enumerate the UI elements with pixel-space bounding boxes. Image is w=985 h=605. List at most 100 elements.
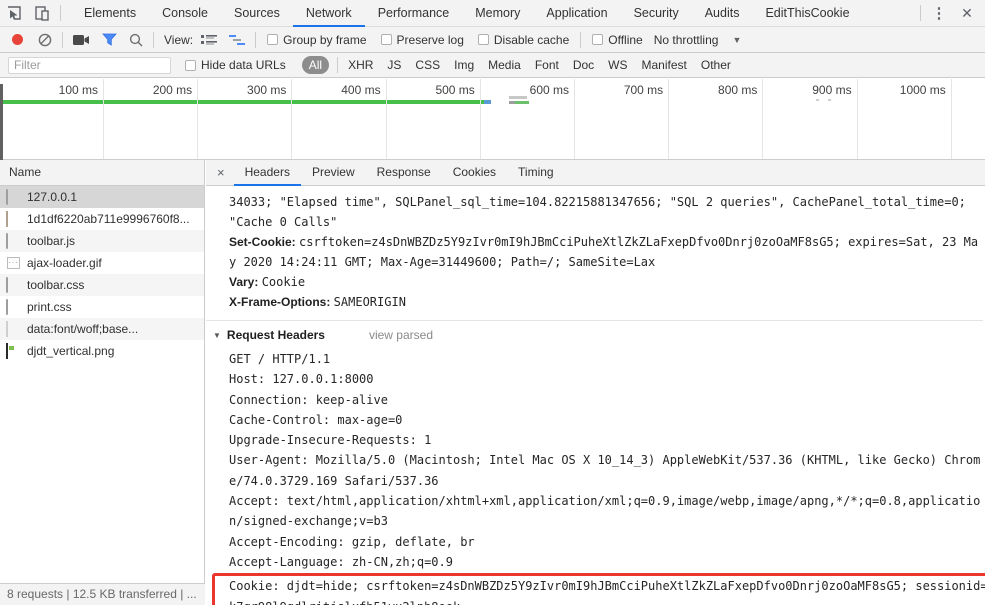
group-by-frame-checkbox[interactable] — [267, 34, 279, 45]
request-header-line: Accept: text/html,application/xhtml+xml,… — [229, 494, 981, 529]
header-value: 34033; "Elapsed time", SQLPanel_sql_time… — [229, 195, 974, 229]
timeline-gridline — [762, 79, 764, 159]
device-toolbar-icon[interactable] — [28, 0, 56, 26]
name-column-header[interactable]: Name — [0, 160, 204, 186]
filter-type-all[interactable]: All — [301, 56, 330, 74]
image-icon — [6, 210, 21, 227]
request-header-line: Host: 127.0.0.1:8000 — [229, 372, 374, 387]
filter-bar: Hide data URLs All XHR JS CSS Img Media Font Do… — [0, 53, 985, 78]
request-row-toolbar-css[interactable]: toolbar.css — [0, 274, 204, 296]
record-icon[interactable] — [12, 34, 23, 45]
request-row-print-css[interactable]: print.css — [0, 296, 204, 318]
divider — [337, 57, 339, 73]
tab-audits[interactable]: Audits — [692, 0, 753, 27]
request-row-ajax-loader-gif[interactable]: ··· ajax-loader.gif — [0, 252, 204, 274]
timeline-gridline — [574, 79, 575, 159]
close-details-icon[interactable]: × — [206, 165, 234, 180]
group-by-frame-label: Group by frame — [283, 32, 367, 47]
header-value: csrftoken=z4sDnWBZDz5Y9zIvr0mI9hJBmCciPu… — [229, 235, 979, 269]
header-value: Cookie — [261, 275, 306, 289]
filter-icon[interactable] — [102, 33, 117, 46]
font-icon — [6, 320, 21, 337]
request-name: toolbar.css — [27, 278, 85, 292]
filter-type-manifest[interactable]: Manifest — [642, 58, 687, 72]
response-header-line: Set-Cookie: csrftoken=z4sDnWBZDz5Y9zIvr0… — [229, 232, 983, 272]
request-headers-title[interactable]: Request Headers — [227, 328, 325, 342]
header-name: Vary: — [229, 275, 262, 289]
tab-sources[interactable]: Sources — [221, 0, 293, 27]
tab-performance[interactable]: Performance — [365, 0, 463, 27]
inspect-element-icon[interactable] — [0, 0, 28, 26]
overview-main-bar-tail — [484, 100, 491, 104]
document-icon — [6, 188, 21, 205]
headers-content: 34033; "Elapsed time", SQLPanel_sql_time… — [206, 187, 985, 605]
view-label: View: — [164, 32, 194, 47]
details-tab-timing[interactable]: Timing — [507, 160, 565, 186]
tab-application[interactable]: Application — [533, 0, 620, 27]
details-tabbar: × Headers Preview Response Cookies Timing — [206, 160, 985, 186]
details-tab-cookies[interactable]: Cookies — [442, 160, 507, 186]
resource-type-filters: All XHR JS CSS Img Media Font Doc WS Manifest Othe… — [297, 56, 738, 74]
filter-type-ws[interactable]: WS — [608, 58, 627, 72]
network-overview-timeline[interactable]: 100 ms 200 ms 300 ms 400 ms 500 ms 600 ms 700 … — [0, 79, 985, 160]
filter-type-other[interactable]: Other — [701, 58, 731, 72]
disable-cache-checkbox[interactable] — [477, 34, 489, 45]
search-icon[interactable] — [129, 33, 143, 47]
request-name: ajax-loader.gif — [27, 256, 102, 270]
devtools-window: { "devtools": { "tabs": ["Elements", "Co… — [0, 0, 985, 605]
overview-left-edge — [0, 84, 3, 160]
font-glyph — [6, 320, 8, 337]
preserve-log-checkbox[interactable] — [380, 34, 392, 45]
capture-screenshots-icon[interactable] — [73, 34, 90, 46]
response-header-line: Vary: Cookie — [229, 272, 983, 292]
checkbox-group-disable-cache: Disable cache — [477, 33, 569, 47]
close-devtools-icon[interactable]: ✕ — [953, 0, 981, 26]
filter-type-media[interactable]: Media — [488, 58, 521, 72]
tab-editthiscookie[interactable]: EditThisCookie — [752, 0, 862, 27]
hide-data-urls-group: Hide data URLs — [185, 58, 286, 72]
details-tab-preview[interactable]: Preview — [301, 160, 366, 186]
details-tab-response[interactable]: Response — [366, 160, 442, 186]
show-overview-icon[interactable] — [229, 34, 246, 46]
filter-type-xhr[interactable]: XHR — [348, 58, 373, 72]
tab-console[interactable]: Console — [149, 0, 221, 27]
offline-checkbox[interactable] — [592, 34, 604, 45]
timeline-tick-label: 700 ms — [623, 83, 664, 97]
filter-type-css[interactable]: CSS — [415, 58, 440, 72]
overview-dot — [816, 99, 819, 101]
filter-input[interactable] — [8, 56, 171, 74]
divider — [580, 31, 582, 48]
clear-icon[interactable] — [38, 33, 52, 47]
view-parsed-toggle[interactable]: view parsed — [369, 328, 433, 342]
tab-security[interactable]: Security — [621, 0, 692, 27]
hide-data-urls-checkbox[interactable] — [185, 59, 196, 71]
triangle-down-icon[interactable]: ▼ — [213, 331, 221, 340]
request-row-djdt-vertical-png[interactable]: djdt_vertical.png — [0, 340, 204, 362]
filter-type-js[interactable]: JS — [387, 58, 401, 72]
filter-type-doc[interactable]: Doc — [573, 58, 594, 72]
tab-memory[interactable]: Memory — [462, 0, 533, 27]
divider — [62, 31, 63, 48]
more-options-icon[interactable]: ⋮ — [925, 0, 953, 26]
image-loader-glyph: ··· — [7, 256, 20, 269]
filter-type-font[interactable]: Font — [535, 58, 559, 72]
overview-dot — [828, 99, 831, 101]
document-glyph — [6, 232, 8, 249]
tab-network[interactable]: Network — [292, 0, 365, 27]
request-row-toolbar-js[interactable]: toolbar.js — [0, 230, 204, 252]
timeline-tick-label: 900 ms — [812, 83, 852, 97]
request-header-line: Cookie: djdt=hide; csrftoken=z4sDnWBZDz5… — [229, 579, 985, 605]
panel-tabs: Elements Console Sources Network Performance… — [71, 0, 863, 27]
request-row-127-0-0-1[interactable]: 127.0.0.1 — [0, 186, 204, 208]
filter-type-img[interactable]: Img — [454, 58, 474, 72]
tab-elements[interactable]: Elements — [71, 0, 149, 27]
timeline-tick-label: 500 ms — [435, 83, 475, 97]
request-details-pane: × Headers Preview Response Cookies Timing 34… — [206, 160, 985, 605]
request-row-data-font-woff-base[interactable]: data:font/woff;base... — [0, 318, 204, 340]
request-row-1d1df6220ab711e9996760f8[interactable]: 1d1df6220ab711e9996760f8... — [0, 208, 204, 230]
request-name: djdt_vertical.png — [27, 344, 115, 358]
throttling-select[interactable]: No throttling ▼ — [654, 33, 742, 47]
large-request-rows-icon[interactable] — [201, 34, 218, 46]
header-name: X-Frame-Options: — [229, 295, 334, 309]
details-tab-headers[interactable]: Headers — [233, 160, 301, 186]
